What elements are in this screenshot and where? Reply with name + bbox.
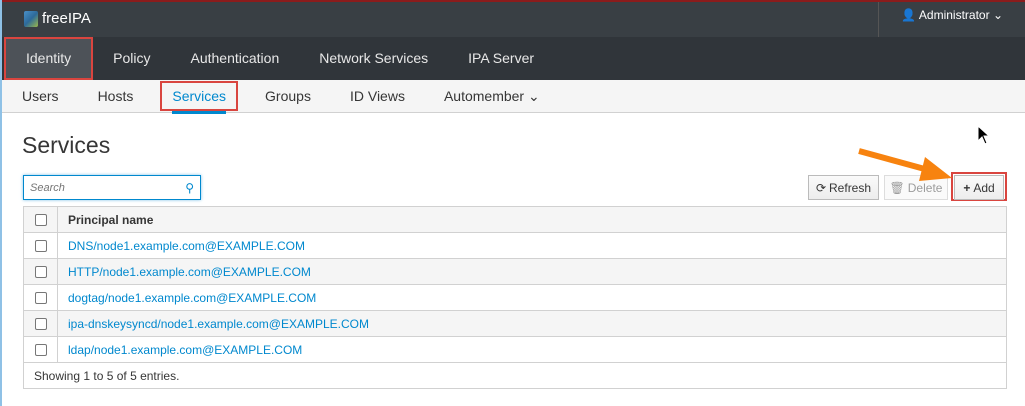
column-principal-name[interactable]: Principal name [57, 206, 1007, 233]
table-footer: Showing 1 to 5 of 5 entries. [23, 362, 1007, 389]
row-checkbox[interactable] [34, 318, 47, 331]
principal-link[interactable]: ldap/node1.example.com@EXAMPLE.COM [68, 343, 302, 357]
subnav-users[interactable]: Users [22, 80, 59, 112]
app-name: freeIPA [42, 10, 91, 27]
select-all-checkbox[interactable] [34, 214, 47, 227]
principal-link[interactable]: dogtag/node1.example.com@EXAMPLE.COM [68, 291, 316, 305]
table-row: ipa-dnskeysyncd/node1.example.com@EXAMPL… [23, 310, 1007, 337]
row-checkbox[interactable] [34, 240, 47, 253]
logo[interactable]: freeIPA [24, 10, 91, 27]
row-checkbox[interactable] [34, 266, 47, 279]
principal-link[interactable]: ipa-dnskeysyncd/node1.example.com@EXAMPL… [68, 317, 369, 331]
subnav-automember[interactable]: Automember ⌄ [444, 80, 540, 112]
user-name: Administrator [918, 8, 990, 22]
table-row: HTTP/node1.example.com@EXAMPLE.COM [23, 258, 1007, 285]
main-nav: Identity Policy Authentication Network S… [2, 37, 1025, 80]
add-label: Add [973, 180, 995, 195]
table-header: Principal name [23, 206, 1007, 233]
subnav-hosts[interactable]: Hosts [98, 80, 134, 112]
user-menu[interactable]: 👤 Administrator ⌄ [878, 2, 1025, 37]
nav-ipa-server[interactable]: IPA Server [448, 37, 554, 80]
arrow-annotation-icon [858, 148, 952, 181]
nav-authentication[interactable]: Authentication [171, 37, 300, 80]
search-icon[interactable]: ⚲ [185, 181, 194, 195]
sub-nav: Users Hosts Services Groups ID Views Aut… [2, 80, 1025, 114]
nav-policy[interactable]: Policy [93, 37, 170, 80]
services-table: Principal name DNS/node1.example.com@EXA… [23, 206, 1007, 389]
mouse-cursor-icon [977, 125, 991, 145]
add-button[interactable]: + Add [954, 175, 1004, 200]
user-icon: 👤 [901, 8, 917, 22]
table-row: dogtag/node1.example.com@EXAMPLE.COM [23, 284, 1007, 311]
table-row: DNS/node1.example.com@EXAMPLE.COM [23, 232, 1007, 259]
search-input[interactable] [30, 181, 186, 194]
row-checkbox[interactable] [34, 344, 47, 357]
chevron-down-icon: ⌄ [992, 8, 1003, 22]
page-title: Services [22, 132, 111, 158]
subnav-groups[interactable]: Groups [265, 80, 311, 112]
nav-network-services[interactable]: Network Services [299, 37, 448, 80]
table-row: ldap/node1.example.com@EXAMPLE.COM [23, 336, 1007, 363]
plus-icon: + [963, 180, 971, 195]
top-bar: freeIPA 👤 Administrator ⌄ [2, 0, 1025, 37]
principal-link[interactable]: HTTP/node1.example.com@EXAMPLE.COM [68, 265, 311, 279]
principal-link[interactable]: DNS/node1.example.com@EXAMPLE.COM [68, 239, 305, 253]
row-checkbox[interactable] [34, 292, 47, 305]
refresh-icon: ⟳ [815, 180, 827, 195]
subnav-services[interactable]: Services [160, 81, 239, 114]
nav-identity[interactable]: Identity [4, 37, 94, 80]
automember-label: Automember [443, 88, 525, 104]
search-box: ⚲ [23, 175, 201, 200]
chevron-down-icon: ⌄ [528, 88, 540, 104]
subnav-id-views[interactable]: ID Views [350, 80, 405, 112]
freeipa-logo-icon [24, 10, 38, 27]
